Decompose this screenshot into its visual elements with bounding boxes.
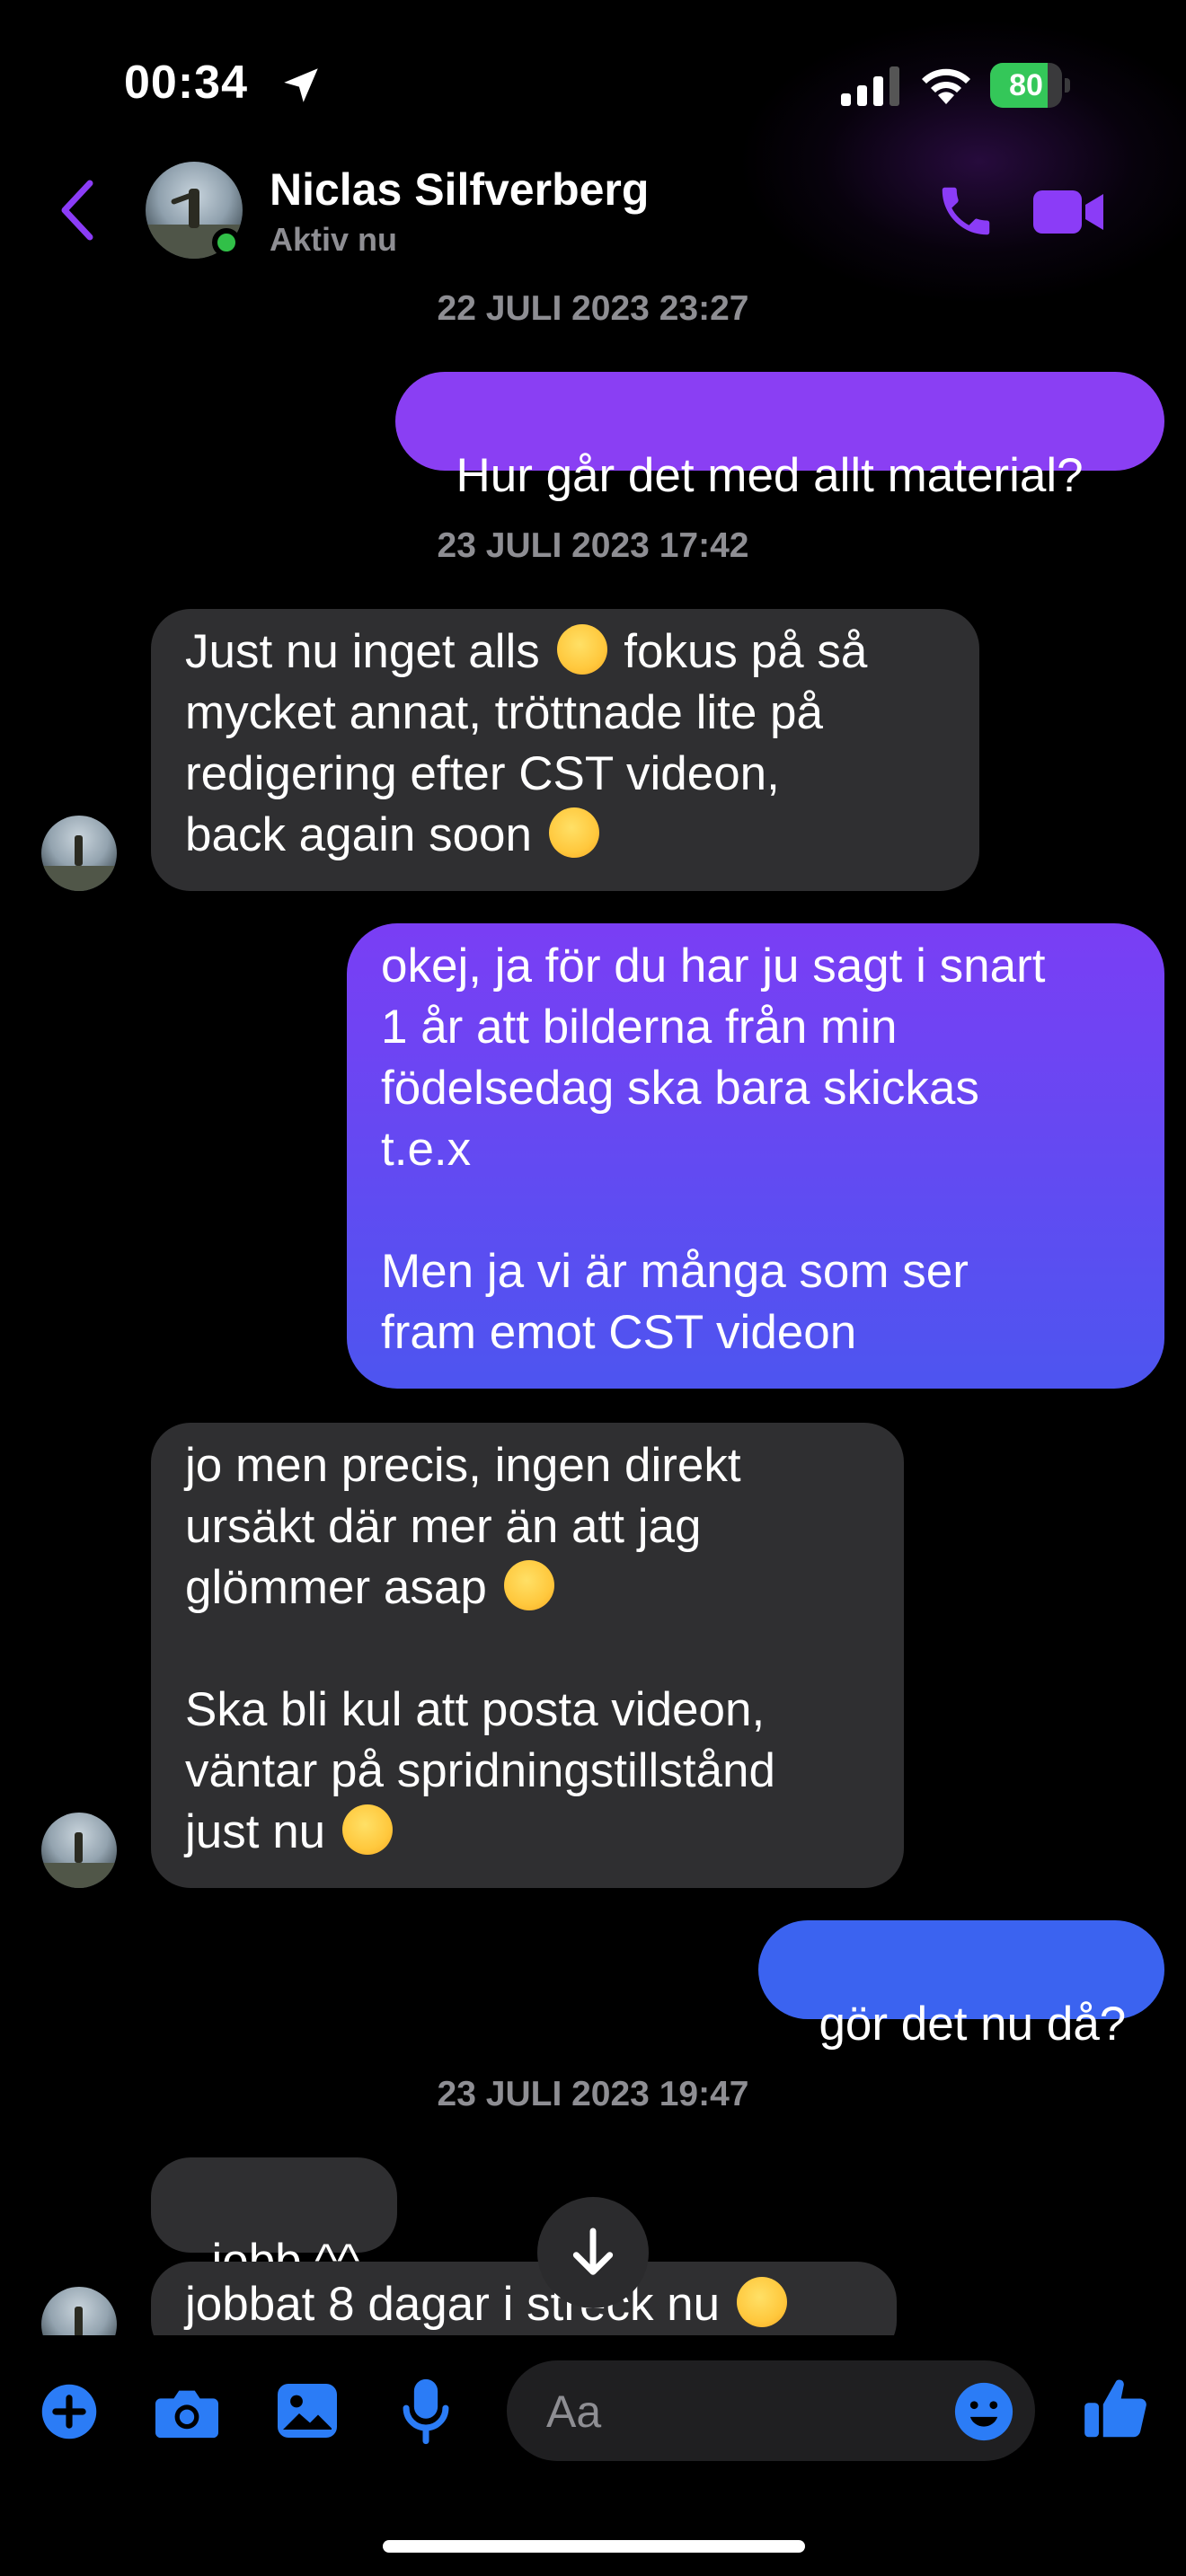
arrow-down-icon [572,2228,614,2275]
message-text: just nu [185,1805,339,1858]
slightly-smiling-face-icon [548,807,599,858]
message-text: jo men precis, ingen direkt [185,1439,741,1492]
incoming-message[interactable]: Just nu inget alls fokus på så mycket an… [151,609,979,891]
status-time: 00:34 [124,57,248,109]
sender-avatar[interactable] [41,816,117,891]
message-text: 1 år att bilderna från min [381,1001,898,1054]
message-text: fokus på så [610,625,868,678]
microphone-icon[interactable] [401,2377,451,2445]
message-text: fram emot CST videon [381,1306,857,1359]
battery-indicator: 80 [990,63,1073,108]
outgoing-message[interactable]: Hur går det med allt material? [395,372,1164,502]
incoming-message[interactable]: jo men precis, ingen direkt ursäkt där m… [151,1423,904,1888]
incoming-message[interactable]: jobb ^^ [151,2157,397,2288]
message-text: gör det nu då? [819,1998,1127,2051]
outgoing-message[interactable]: gör det nu då? [758,1920,1164,2051]
message-text: Ska bli kul att posta videon, [185,1683,766,1736]
phone-call-icon[interactable] [934,180,997,243]
location-arrow-icon [284,68,318,102]
message-text: okej, ja för du har ju sagt i snart [381,940,1046,992]
contact-name[interactable]: Niclas Silfverberg [270,163,649,216]
message-text: mycket annat, tröttnade lite på [185,686,824,739]
home-indicator [383,2540,805,2553]
contact-status: Aktiv nu [270,221,398,258]
image-icon[interactable] [275,2380,340,2441]
message-text: redigering efter CST videon, [185,747,780,800]
battery-level: 80 [1009,68,1043,102]
message-text: väntar på spridningstillstånd [185,1744,775,1797]
message-text: jobbat 8 dagar i streck nu [185,2278,733,2331]
emoji-icon[interactable] [952,2380,1015,2443]
sender-avatar[interactable] [41,1813,117,1888]
outgoing-message[interactable]: okej, ja för du har ju sagt i snart 1 år… [347,923,1164,1389]
message-text: ursäkt där mer än att jag [185,1500,702,1553]
slightly-smiling-face-icon [556,624,607,675]
message-text: back again soon [185,808,545,861]
plus-icon[interactable] [40,2382,99,2441]
slightly-smiling-face-icon [341,1804,393,1855]
winking-face-icon [736,2277,787,2327]
melting-face-icon [503,1560,554,1610]
online-indicator [212,228,241,257]
message-input-placeholder: Aa [546,2386,602,2437]
cellular-signal-icon [841,66,899,106]
timestamp: 22 JULI 2023 23:27 [437,289,749,328]
video-call-icon[interactable] [1033,185,1105,239]
message-text: t.e.x [381,1123,472,1176]
back-chevron-icon[interactable] [58,178,97,243]
thumbs-up-icon[interactable] [1082,2371,1150,2443]
header-glow [737,18,1186,305]
message-text: Hur går det med allt material? [456,449,1084,502]
scroll-to-bottom-button[interactable] [537,2197,649,2308]
message-text: Just nu inget alls [185,625,553,678]
message-text: Men ja vi är många som ser [381,1245,969,1298]
timestamp: 23 JULI 2023 17:42 [437,526,749,565]
camera-icon[interactable] [153,2380,221,2443]
wifi-icon [922,68,970,104]
message-text: födelsedag ska bara skickas [381,1062,979,1115]
timestamp: 23 JULI 2023 19:47 [437,2075,749,2113]
message-text: glömmer asap [185,1561,500,1614]
